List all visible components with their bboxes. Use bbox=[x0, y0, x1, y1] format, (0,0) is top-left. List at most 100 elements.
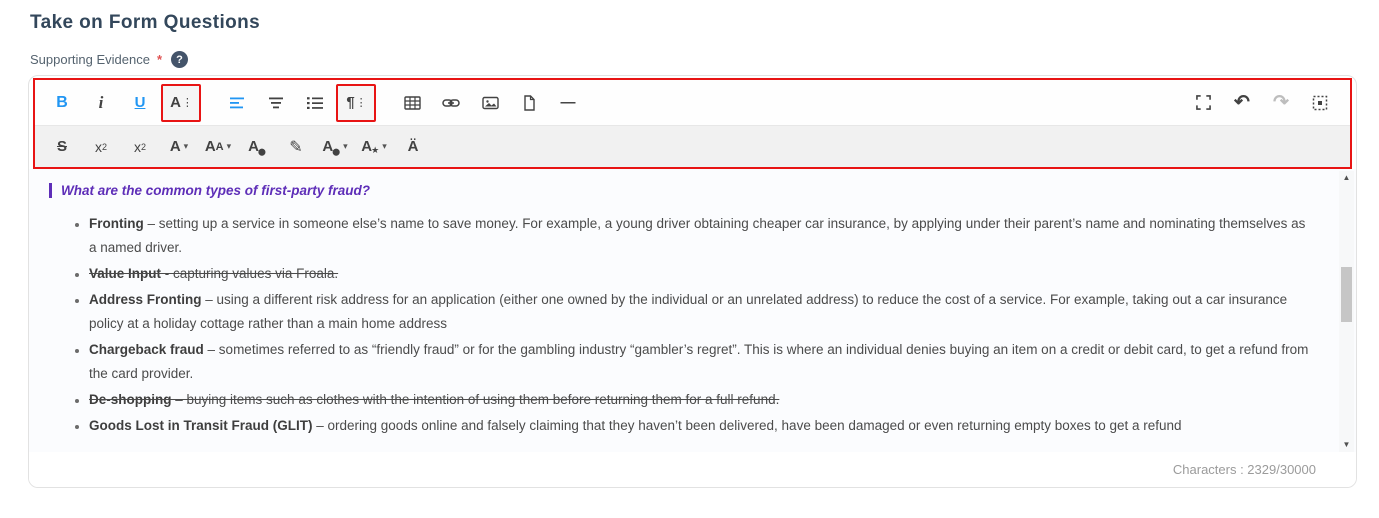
list-item-lead: Fronting bbox=[89, 216, 144, 231]
scrollbar-track[interactable] bbox=[1339, 185, 1354, 438]
inline-class-button[interactable]: A ★ ▾ bbox=[356, 130, 392, 163]
editor-status-bar: Characters : 2329/30000 bbox=[29, 452, 1356, 487]
insert-table-button[interactable] bbox=[394, 86, 430, 119]
superscript-button[interactable]: x2 bbox=[122, 130, 158, 163]
subscript-icon: x bbox=[95, 139, 102, 155]
question-heading: What are the common types of first-party… bbox=[49, 183, 1312, 198]
bold-button[interactable]: B bbox=[44, 86, 80, 119]
subscript-button[interactable]: x2 bbox=[83, 130, 119, 163]
paragraph-icon: ¶ bbox=[346, 94, 354, 111]
page-title: Take on Form Questions bbox=[30, 12, 1379, 34]
inline-style-drop-icon: ⬤ bbox=[332, 148, 340, 163]
align-left-button[interactable] bbox=[219, 86, 255, 119]
insert-image-button[interactable] bbox=[472, 86, 508, 119]
list-item-text: – buying items such as clothes with the … bbox=[172, 392, 780, 407]
toolbar-right-group: ↶ ↷ bbox=[1185, 86, 1341, 119]
star-icon: ★ bbox=[371, 145, 379, 163]
align-center-button[interactable] bbox=[258, 86, 294, 119]
horizontal-line-icon: — bbox=[561, 94, 576, 111]
highlight-button[interactable]: ✎ bbox=[278, 130, 314, 163]
redo-button[interactable]: ↷ bbox=[1263, 86, 1299, 119]
align-center-icon bbox=[268, 95, 284, 111]
list-item-text: – sometimes referred to as “friendly fra… bbox=[89, 342, 1308, 381]
underline-icon: U bbox=[135, 94, 146, 111]
strikethrough-button[interactable]: S bbox=[44, 130, 80, 163]
help-icon[interactable]: ? bbox=[171, 51, 188, 68]
required-asterisk: * bbox=[157, 52, 162, 67]
chevron-down-icon: ▾ bbox=[382, 141, 387, 152]
list-item: Address Fronting – using a different ris… bbox=[89, 288, 1312, 336]
more-text-dots-icon: ⋮ bbox=[182, 96, 192, 109]
vertical-scrollbar[interactable]: ▲ ▼ bbox=[1339, 171, 1354, 452]
list-item: Fronting – setting up a service in someo… bbox=[89, 212, 1312, 260]
list-item-lead: Value Input bbox=[89, 266, 161, 281]
select-all-icon bbox=[1312, 95, 1328, 111]
more-text-icon: A bbox=[170, 94, 181, 111]
field-label-row: Supporting Evidence * ? bbox=[30, 51, 1379, 68]
more-text-button[interactable]: A ⋮ bbox=[161, 84, 201, 122]
fullscreen-button[interactable] bbox=[1185, 86, 1221, 119]
scrollbar-thumb[interactable] bbox=[1341, 267, 1352, 322]
italic-icon: i bbox=[99, 93, 104, 113]
special-characters-icon: Ä bbox=[408, 138, 419, 155]
toolbar-row-2: S x2 x2 A ▾ AA ▾ A ⬤ ✎ bbox=[35, 125, 1350, 167]
inline-style-button[interactable]: A ⬤ ▾ bbox=[317, 130, 353, 163]
field-label: Supporting Evidence bbox=[30, 52, 150, 67]
insert-file-button[interactable] bbox=[511, 86, 547, 119]
help-question-glyph: ? bbox=[176, 54, 183, 66]
horizontal-line-button[interactable]: — bbox=[550, 86, 586, 119]
list-item-text: – ordering goods online and falsely clai… bbox=[313, 418, 1182, 433]
special-characters-button[interactable]: Ä bbox=[395, 130, 431, 163]
paragraph-format-button[interactable]: ¶ ⋮ bbox=[336, 84, 376, 122]
ordered-list-icon bbox=[307, 95, 323, 111]
rich-text-editor: B i U A ⋮ bbox=[28, 75, 1357, 488]
font-size-small-icon: A bbox=[216, 141, 224, 153]
list-item: Value Input - capturing values via Froal… bbox=[89, 262, 1312, 286]
insert-link-button[interactable] bbox=[433, 86, 469, 119]
character-counter: Characters : 2329/30000 bbox=[1173, 462, 1316, 477]
strikethrough-icon: S bbox=[57, 138, 67, 155]
bold-icon: B bbox=[56, 94, 68, 112]
link-icon bbox=[442, 95, 460, 111]
highlighter-pen-icon: ✎ bbox=[289, 137, 302, 157]
color-drop-icon: ⬤ bbox=[258, 148, 266, 163]
chevron-down-icon: ▾ bbox=[184, 141, 189, 152]
list-item-lead: Goods Lost in Transit Fraud (GLIT) bbox=[89, 418, 313, 433]
font-family-icon: A bbox=[170, 138, 181, 155]
annotation-box-toolbar: B i U A ⋮ bbox=[33, 78, 1352, 169]
toolbar-row-1: B i U A ⋮ bbox=[35, 80, 1350, 125]
scroll-up-icon[interactable]: ▲ bbox=[1343, 171, 1351, 185]
list-item-text: – setting up a service in someone else’s… bbox=[89, 216, 1305, 255]
undo-icon: ↶ bbox=[1234, 91, 1250, 114]
file-icon bbox=[522, 95, 536, 111]
list-item: Chargeback fraud – sometimes referred to… bbox=[89, 338, 1312, 386]
select-all-button[interactable] bbox=[1302, 86, 1338, 119]
image-icon bbox=[482, 95, 499, 111]
table-icon bbox=[404, 95, 421, 111]
list-item-lead: Chargeback fraud bbox=[89, 342, 204, 357]
list-item-text: - capturing values via Froala. bbox=[161, 266, 338, 281]
paragraph-dots-icon: ⋮ bbox=[356, 96, 366, 109]
font-size-button[interactable]: AA ▾ bbox=[200, 130, 236, 163]
chevron-down-icon: ▾ bbox=[343, 141, 348, 152]
superscript-icon: x bbox=[134, 139, 141, 155]
bullet-list: Fronting – setting up a service in someo… bbox=[49, 212, 1312, 438]
fullscreen-icon bbox=[1196, 95, 1211, 110]
ordered-list-button[interactable] bbox=[297, 86, 333, 119]
editor-content-area[interactable]: What are the common types of first-party… bbox=[29, 169, 1356, 452]
text-color-button[interactable]: A ⬤ bbox=[239, 130, 275, 163]
align-left-icon bbox=[229, 95, 245, 111]
chevron-down-icon: ▾ bbox=[227, 141, 232, 152]
list-item: De-shopping – buying items such as cloth… bbox=[89, 388, 1312, 412]
list-item: Goods Lost in Transit Fraud (GLIT) – ord… bbox=[89, 414, 1312, 438]
list-item-text: – using a different risk address for an … bbox=[89, 292, 1287, 331]
underline-button[interactable]: U bbox=[122, 86, 158, 119]
font-family-button[interactable]: A ▾ bbox=[161, 130, 197, 163]
list-item-lead: De-shopping bbox=[89, 392, 172, 407]
undo-button[interactable]: ↶ bbox=[1224, 86, 1260, 119]
scroll-down-icon[interactable]: ▼ bbox=[1343, 438, 1351, 452]
italic-button[interactable]: i bbox=[83, 86, 119, 119]
font-size-icon: A bbox=[205, 138, 216, 155]
redo-icon: ↷ bbox=[1273, 91, 1289, 114]
list-item-lead: Address Fronting bbox=[89, 292, 202, 307]
